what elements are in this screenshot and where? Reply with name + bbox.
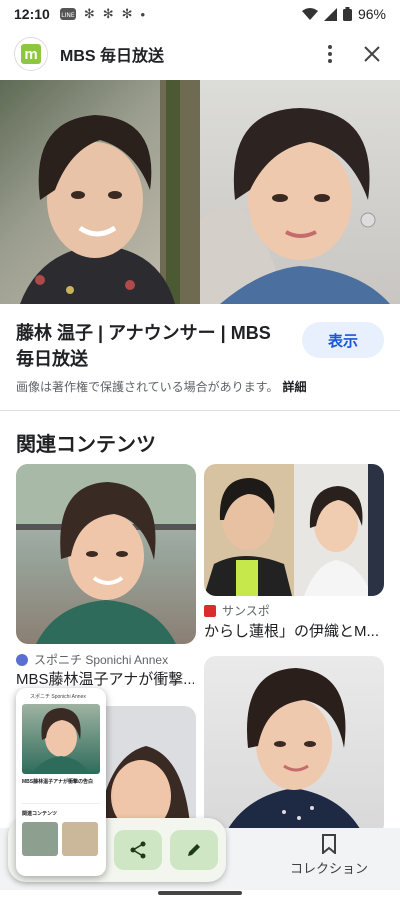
photo-right — [200, 80, 400, 304]
pencil-icon — [188, 844, 200, 856]
sanspo-logo-icon — [204, 604, 216, 617]
bookmark-icon — [322, 834, 336, 854]
thumb-source: スポニチ Sponichi Annex — [30, 694, 86, 700]
related-source-1: スポニチ Sponichi Annex — [16, 651, 168, 668]
copyright-text: 画像は著作権で保護されている場合があります。 — [16, 380, 279, 394]
line-app-icon: LINE — [59, 8, 76, 20]
related-card-image-1[interactable] — [16, 464, 196, 644]
status-time: 12:10 — [14, 6, 50, 22]
more-vert-icon — [328, 45, 332, 63]
copyright-notice: 画像は著作権で保護されている場合があります。 詳細 — [16, 378, 306, 395]
thumb-title: MBS藤林温子アナが衝撃の告白 — [22, 779, 94, 785]
mbs-logo-icon[interactable]: m — [14, 37, 48, 71]
status-bar: 12:10 LINE ✻ ✻ ✻ • 96% — [0, 0, 400, 28]
thumb-image — [22, 704, 100, 774]
show-button[interactable]: 表示 — [302, 322, 384, 358]
signal-icon — [323, 7, 337, 21]
related-card-image-2[interactable] — [204, 464, 384, 596]
close-button[interactable] — [358, 40, 386, 68]
pinwheel-icon: ✻ — [102, 6, 114, 21]
result-title-box: 藤林 温子 | アナウンサー | MBS 毎日放送 — [16, 320, 286, 372]
pinwheel-icon: ✻ — [121, 6, 133, 21]
close-icon — [364, 46, 380, 62]
image-viewer-header: m MBS 毎日放送 — [0, 28, 400, 80]
related-heading: 関連コンテンツ — [16, 434, 156, 456]
related-source-name-1: スポニチ Sponichi Annex — [34, 653, 169, 667]
photo-left — [0, 80, 200, 304]
thumb-lines — [22, 790, 100, 804]
result-title[interactable]: 藤林 温子 | アナウンサー | MBS 毎日放送 — [16, 320, 286, 372]
related-card-image-4[interactable] — [204, 656, 384, 836]
thumb-related-images — [22, 822, 100, 856]
edit-button[interactable] — [170, 830, 218, 870]
collection-button[interactable]: コレクション — [284, 834, 374, 877]
related-caption-2[interactable]: からし蓮根」の伊織とM... — [204, 620, 382, 641]
share-icon — [130, 841, 146, 859]
gesture-home-bar[interactable] — [158, 891, 242, 895]
source-name[interactable]: MBS 毎日放送 — [60, 42, 164, 66]
screenshot-thumbnail[interactable]: スポニチ Sponichi Annex MBS藤林温子アナが衝撃の告白 関連コン… — [16, 688, 106, 876]
dot-icon: • — [140, 6, 146, 22]
battery-icon — [342, 7, 352, 21]
svg-text:LINE: LINE — [61, 12, 75, 19]
collection-label: コレクション — [289, 861, 368, 876]
wifi-icon — [301, 7, 318, 20]
thumb-related-image-1 — [22, 822, 58, 856]
share-button[interactable] — [114, 830, 162, 870]
battery-percent: 96% — [357, 6, 386, 22]
pinwheel-icon: ✻ — [83, 6, 95, 21]
sponichi-logo-icon — [16, 653, 28, 666]
divider — [0, 410, 400, 411]
notification-icons: LINE ✻ ✻ ✻ • — [59, 6, 146, 22]
thumb-related-image-2 — [62, 822, 98, 856]
thumb-related: 関連コンテンツ — [22, 811, 58, 817]
more-options-button[interactable] — [316, 40, 344, 68]
related-source-name-2: サンスポ — [222, 604, 270, 618]
related-caption-1[interactable]: MBS藤林温子アナが衝撃... — [16, 668, 194, 689]
details-link[interactable]: 詳細 — [282, 380, 306, 394]
related-source-2: サンスポ — [204, 602, 270, 619]
main-image[interactable] — [0, 80, 400, 304]
